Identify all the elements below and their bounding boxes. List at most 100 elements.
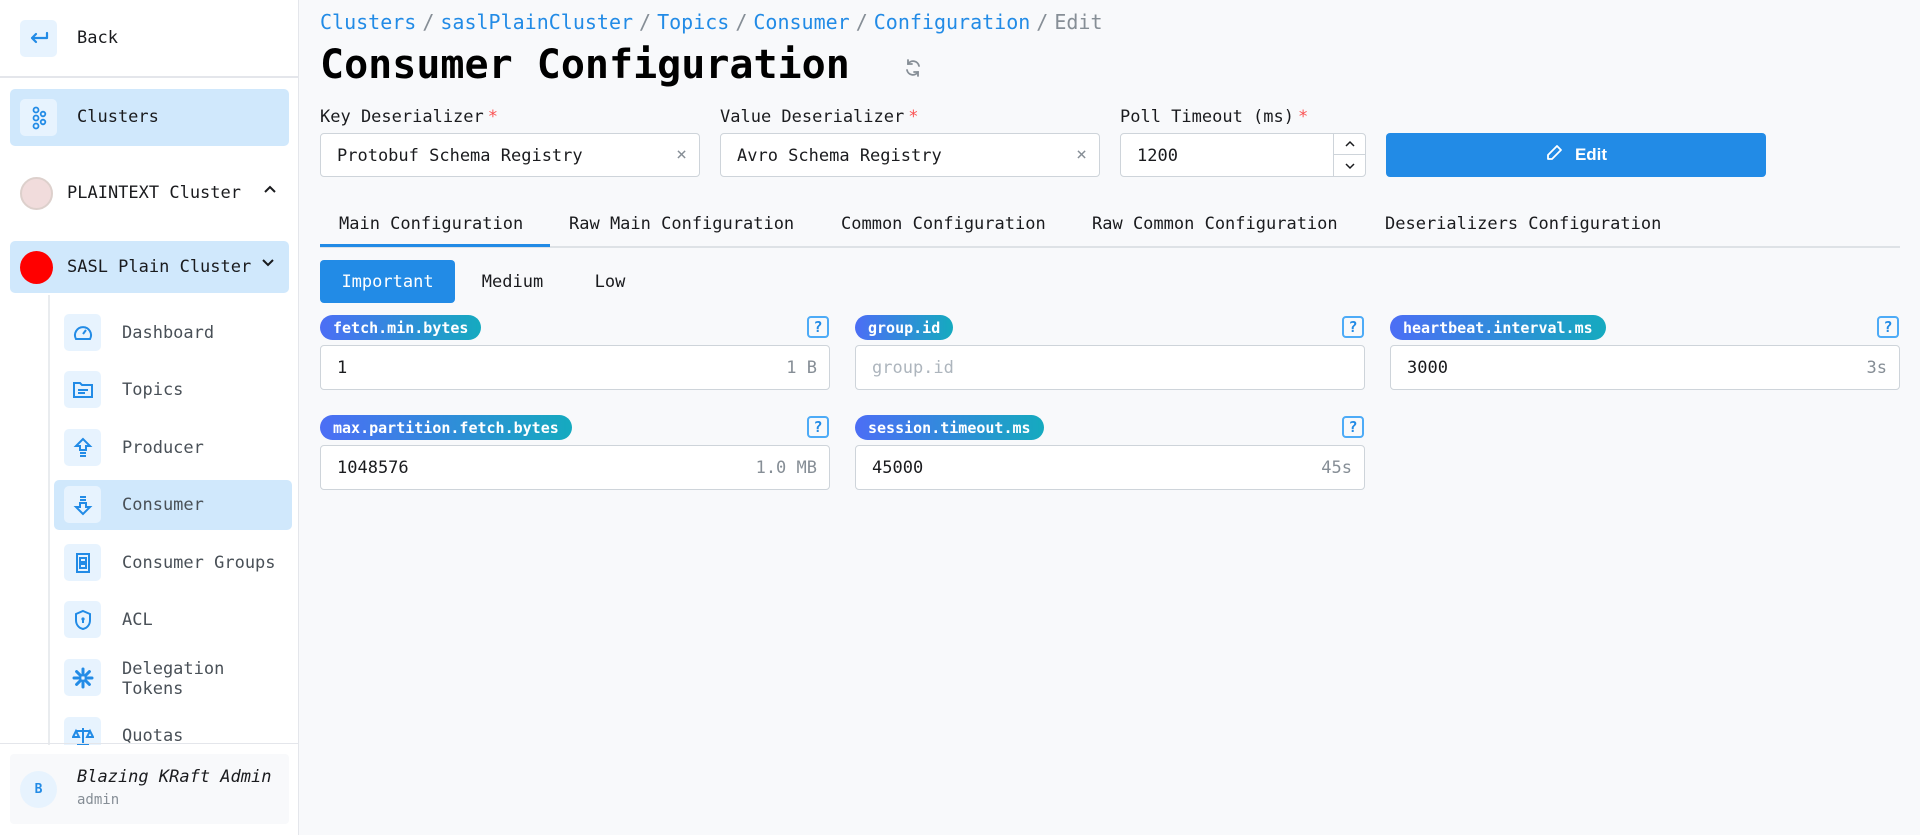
config-input-group-id[interactable]: group.id: [855, 345, 1365, 390]
active-tab-indicator: [320, 244, 550, 247]
input-placeholder: group.id: [872, 358, 954, 378]
breadcrumb-clusters[interactable]: Clusters: [320, 10, 416, 34]
config-input-session-timeout-ms[interactable]: 45000 45s: [855, 445, 1365, 490]
importance-low[interactable]: Low: [580, 260, 640, 303]
tab-main-configuration[interactable]: Main Configuration: [339, 214, 523, 234]
refresh-icon[interactable]: [903, 58, 923, 82]
config-tabs: Main Configuration Raw Main Configuratio…: [320, 200, 1900, 248]
required-mark: *: [908, 107, 919, 127]
kafka-icon: [20, 99, 57, 136]
sub-item-label: Consumer: [122, 495, 204, 515]
sidebar: Back Clusters PLAINTEXT Cluster SASL Pla…: [0, 0, 299, 835]
number-stepper: [1333, 134, 1365, 176]
cluster-plaintext[interactable]: PLAINTEXT Cluster: [10, 167, 289, 219]
help-icon[interactable]: ?: [1877, 316, 1899, 338]
upload-arrow-icon: [64, 429, 101, 466]
tab-raw-common-configuration[interactable]: Raw Common Configuration: [1092, 214, 1338, 234]
sub-item-label: Consumer Groups: [122, 553, 276, 573]
help-icon[interactable]: ?: [807, 316, 829, 338]
sub-item-label: Delegation Tokens: [122, 659, 225, 699]
user-name: Blazing KRaft Admin: [77, 767, 272, 787]
breadcrumb-separator: /: [639, 10, 652, 34]
breadcrumb-separator: /: [1036, 10, 1049, 34]
back-button[interactable]: Back: [0, 0, 298, 78]
breadcrumb-cluster[interactable]: saslPlainCluster: [440, 10, 633, 34]
unit-hint: 45s: [1321, 458, 1352, 478]
download-arrow-icon: [64, 486, 101, 523]
unit-hint: 1 B: [786, 358, 817, 378]
key-deserializer-label: Key Deserializer *: [320, 107, 498, 127]
sidebar-footer-divider: [0, 743, 298, 744]
sidebar-item-clusters[interactable]: Clusters: [10, 89, 289, 146]
config-key-badge: fetch.min.bytes: [320, 315, 482, 340]
breadcrumb-configuration[interactable]: Configuration: [874, 10, 1031, 34]
sidebar-item-quotas[interactable]: Quotas: [54, 711, 292, 745]
sidebar-item-topics[interactable]: Topics: [54, 365, 292, 415]
increment-button[interactable]: [1334, 134, 1365, 155]
sidebar-item-dashboard[interactable]: Dashboard: [54, 308, 292, 358]
select-value: Protobuf Schema Registry: [337, 146, 583, 166]
cluster-label: PLAINTEXT Cluster: [67, 183, 241, 203]
value-deserializer-label: Value Deserializer *: [720, 107, 918, 127]
config-key-badge: max.partition.fetch.bytes: [320, 415, 572, 440]
gauge-icon: [64, 314, 101, 351]
clear-icon[interactable]: ×: [676, 144, 687, 165]
help-icon[interactable]: ?: [1342, 416, 1364, 438]
input-value: 45000: [872, 458, 924, 478]
unit-hint: 1.0 MB: [755, 458, 817, 478]
breadcrumb-separator: /: [422, 10, 435, 34]
config-key-badge: session.timeout.ms: [855, 415, 1044, 440]
tab-common-configuration[interactable]: Common Configuration: [841, 214, 1046, 234]
cluster-sasl-plain[interactable]: SASL Plain Cluster: [10, 241, 289, 293]
importance-important[interactable]: Important: [320, 260, 455, 303]
breadcrumb: Clusters / saslPlainCluster / Topics / Consume…: [320, 10, 1103, 34]
tab-deserializers-configuration[interactable]: Deserializers Configuration: [1385, 214, 1661, 234]
config-input-fetch-min-bytes[interactable]: 1 1 B: [320, 345, 830, 390]
decrement-button[interactable]: [1334, 155, 1365, 176]
required-mark: *: [1298, 107, 1309, 127]
shield-icon: [64, 601, 101, 638]
breadcrumb-topics[interactable]: Topics: [657, 10, 729, 34]
sidebar-item-producer[interactable]: Producer: [54, 423, 292, 473]
edit-button[interactable]: Edit: [1386, 133, 1766, 177]
tab-raw-main-configuration[interactable]: Raw Main Configuration: [569, 214, 794, 234]
config-input-max-partition-fetch-bytes[interactable]: 1048576 1.0 MB: [320, 445, 830, 490]
help-icon[interactable]: ?: [1342, 316, 1364, 338]
back-label: Back: [77, 28, 118, 48]
sub-item-label: ACL: [122, 610, 153, 630]
folder-icon: [64, 371, 101, 408]
clusters-label: Clusters: [77, 107, 159, 127]
sub-item-label: Dashboard: [122, 323, 215, 343]
return-arrow-icon: [20, 20, 57, 57]
sub-item-label: Topics: [122, 380, 184, 400]
sidebar-item-consumer-groups[interactable]: Consumer Groups: [54, 538, 292, 588]
config-input-heartbeat-interval-ms[interactable]: 3000 3s: [1390, 345, 1900, 390]
breadcrumb-separator: /: [855, 10, 868, 34]
cluster-label: SASL Plain Cluster: [67, 257, 252, 277]
scale-icon: [64, 717, 101, 745]
config-key-badge: group.id: [855, 315, 954, 340]
input-value: 1200: [1137, 146, 1178, 166]
input-value: 1048576: [337, 458, 409, 478]
chevron-up-icon[interactable]: [263, 180, 277, 198]
input-value: 3000: [1407, 358, 1448, 378]
importance-medium[interactable]: Medium: [470, 260, 555, 303]
sidebar-item-consumer[interactable]: Consumer: [54, 480, 292, 530]
config-key-badge: heartbeat.interval.ms: [1390, 315, 1606, 340]
sidebar-item-delegation-tokens[interactable]: Delegation Tokens: [54, 653, 292, 703]
value-deserializer-select[interactable]: Avro Schema Registry ×: [720, 133, 1100, 177]
unit-hint: 3s: [1866, 358, 1887, 378]
select-value: Avro Schema Registry: [737, 146, 942, 166]
required-mark: *: [487, 107, 499, 127]
cluster-sub-nav: Dashboard Topics Producer Consumer Consu…: [48, 295, 298, 745]
chevron-down-icon[interactable]: [261, 254, 275, 272]
key-deserializer-select[interactable]: Protobuf Schema Registry ×: [320, 133, 700, 177]
cluster-color-dot: [20, 177, 53, 210]
clear-icon[interactable]: ×: [1076, 144, 1087, 165]
user-profile[interactable]: B Blazing KRaft Admin admin: [10, 754, 289, 824]
label-text: Key Deserializer: [320, 107, 484, 127]
breadcrumb-consumer[interactable]: Consumer: [753, 10, 849, 34]
help-icon[interactable]: ?: [807, 416, 829, 438]
poll-timeout-input[interactable]: 1200: [1120, 133, 1366, 177]
sidebar-item-acl[interactable]: ACL: [54, 595, 292, 645]
